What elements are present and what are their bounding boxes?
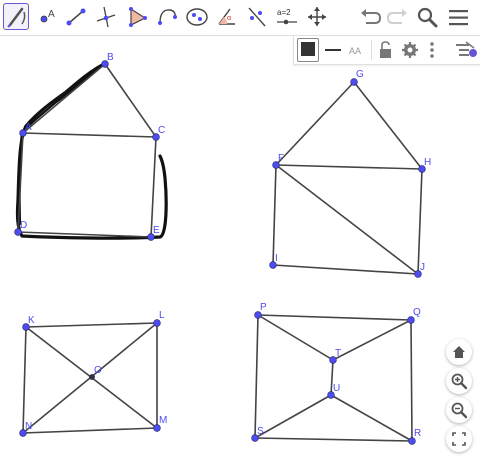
point-label-k: K	[28, 315, 35, 326]
segment-fj[interactable]	[275, 164, 419, 275]
arc-icon	[158, 9, 177, 25]
points-layer: A B C D E F G H I J K L M N O P Q R S T U	[14, 52, 431, 445]
segment-hj[interactable]	[417, 168, 423, 275]
point-label-c: C	[158, 125, 165, 136]
segment-tool[interactable]	[63, 3, 89, 30]
zoom-in-icon	[451, 373, 468, 390]
segment-ji[interactable]	[272, 264, 419, 275]
ellipse-tool[interactable]	[184, 3, 210, 30]
point-label-u: U	[333, 383, 340, 394]
point-label-b: B	[107, 52, 114, 63]
segment-sp[interactable]	[254, 314, 259, 439]
circle-arc-tool[interactable]	[154, 3, 180, 30]
segment-qt[interactable]	[332, 319, 412, 361]
segment-ur[interactable]	[330, 394, 413, 442]
svg-text:α: α	[227, 15, 231, 22]
segment-us[interactable]	[254, 394, 332, 439]
reflect-tool[interactable]	[244, 3, 270, 30]
segments-layer	[17, 63, 423, 442]
point-label-m: M	[159, 415, 167, 426]
perpendicular-tool[interactable]	[93, 3, 119, 30]
perpendicular-icon	[96, 6, 116, 28]
segment-rs[interactable]	[254, 437, 413, 442]
segment-pt[interactable]	[257, 314, 334, 361]
segment-ac[interactable]	[22, 132, 157, 138]
point-label-r: R	[414, 428, 421, 439]
point-label-g: G	[356, 69, 364, 80]
segment-ab[interactable]	[22, 63, 106, 134]
menu-icon[interactable]	[448, 8, 470, 28]
point-label-l: L	[159, 310, 165, 321]
slider-tool[interactable]: a=2	[274, 3, 300, 30]
point-label-s: S	[257, 426, 264, 437]
segment-mn[interactable]	[22, 427, 158, 434]
freehand-ink	[15, 62, 168, 240]
point-label-n: N	[25, 421, 32, 432]
zoom-out-button[interactable]	[446, 397, 472, 423]
svg-text:a=2: a=2	[277, 8, 291, 17]
point-label-j: J	[420, 262, 425, 273]
segment-icon	[66, 8, 86, 26]
zoom-in-button[interactable]	[446, 368, 472, 394]
fullscreen-button[interactable]	[446, 426, 472, 452]
segment-qr[interactable]	[410, 319, 413, 442]
search-icon[interactable]	[416, 6, 440, 30]
toolbar: A α a=2	[0, 0, 480, 36]
pen-tool[interactable]	[3, 3, 29, 30]
graphics-view[interactable]: A B C D E F G H I J K L M N O P Q R S T U	[0, 36, 480, 462]
segment-bc[interactable]	[104, 63, 157, 138]
segment-nk[interactable]	[22, 326, 27, 434]
polygon-icon	[129, 7, 147, 27]
segment-gh[interactable]	[353, 81, 423, 170]
point-label-q: Q	[413, 307, 421, 318]
zoom-out-icon	[451, 402, 468, 419]
point-label-a: A	[25, 122, 32, 133]
segment-ce[interactable]	[150, 136, 157, 238]
point-label-p: P	[260, 302, 267, 313]
fullscreen-icon	[452, 432, 466, 446]
home-icon	[453, 346, 465, 358]
undo-icon[interactable]	[358, 6, 382, 28]
segment-kl[interactable]	[25, 322, 158, 328]
segment-fh[interactable]	[275, 164, 423, 170]
home-button[interactable]	[446, 339, 472, 365]
redo-icon[interactable]	[386, 6, 410, 28]
svg-text:A: A	[48, 9, 55, 20]
point-label-t: T	[335, 348, 341, 359]
move-graphics-view-tool[interactable]	[304, 3, 330, 30]
point-label-o: O	[94, 365, 102, 376]
reflect-icon	[248, 7, 266, 27]
pen-icon	[7, 7, 26, 28]
ellipse-icon	[186, 8, 208, 26]
point-label-d: D	[20, 220, 27, 231]
slider-icon: a=2	[277, 8, 297, 25]
point-icon: A	[40, 9, 55, 23]
angle-icon: α	[218, 8, 235, 25]
point-label-f: F	[278, 153, 284, 164]
segment-fg[interactable]	[275, 81, 355, 166]
segment-pq[interactable]	[257, 314, 412, 321]
point-label-e: E	[153, 225, 160, 236]
point-tool[interactable]: A	[34, 3, 60, 30]
segment-if[interactable]	[272, 164, 277, 266]
polygon-tool[interactable]	[124, 3, 150, 30]
point-label-i: I	[275, 253, 278, 264]
move-arrows-icon	[308, 7, 326, 26]
angle-tool[interactable]: α	[214, 3, 240, 30]
point-label-h: H	[424, 157, 431, 168]
